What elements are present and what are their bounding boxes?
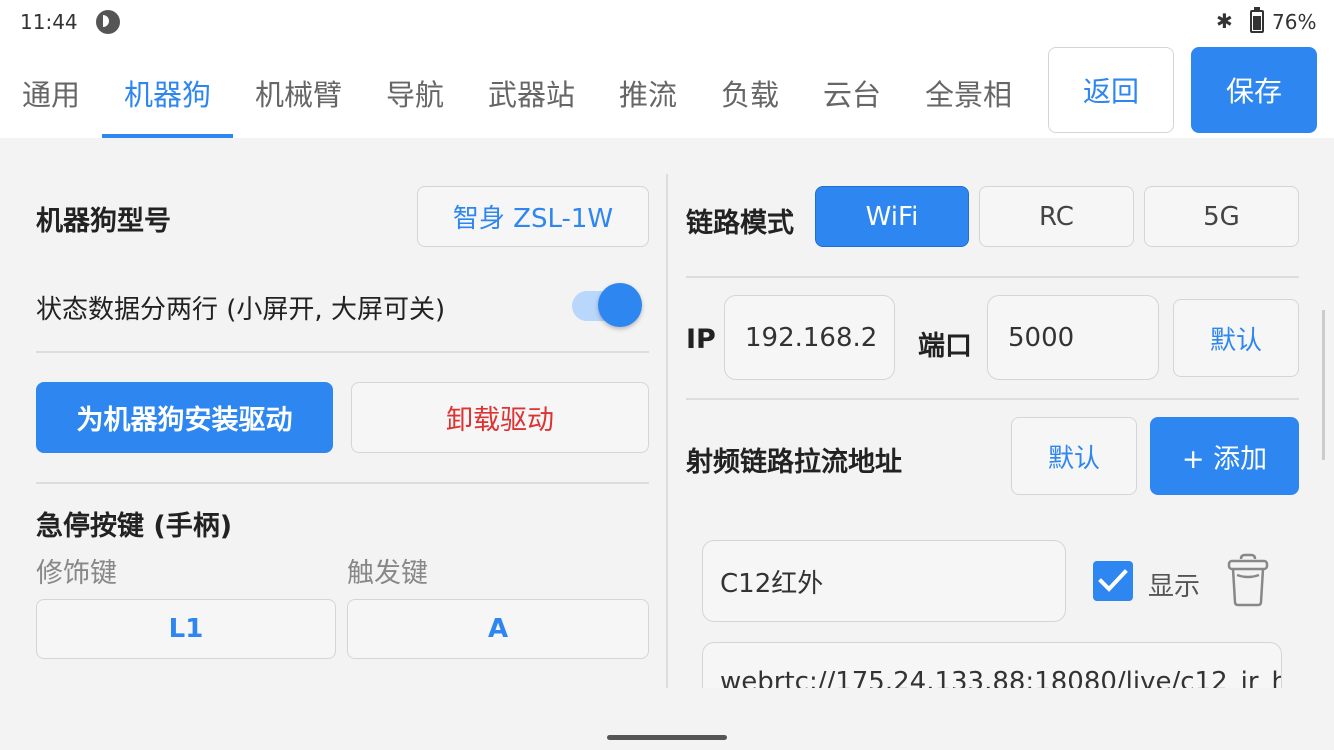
back-button[interactable]: 返回 (1048, 47, 1174, 133)
tab-navigation[interactable]: 导航 (386, 72, 444, 114)
settings-tab-bar: 通用 机器狗 机械臂 导航 武器站 推流 负载 云台 全景相 返回 保存 (0, 44, 1334, 138)
ip-input[interactable]: 192.168.2 (724, 295, 895, 380)
ip-default-button[interactable]: 默认 (1173, 299, 1299, 377)
tab-payload[interactable]: 负载 (721, 72, 779, 114)
divider (36, 351, 649, 353)
rf-stream-label: 射频链路拉流地址 (686, 447, 902, 478)
bluetooth-icon: ✱ (1216, 9, 1233, 33)
link-mode-wifi[interactable]: WiFi (815, 186, 969, 247)
link-mode-5g[interactable]: 5G (1144, 186, 1299, 247)
uninstall-driver-button[interactable]: 卸载驱动 (351, 382, 649, 453)
save-button[interactable]: 保存 (1191, 47, 1317, 133)
tab-general[interactable]: 通用 (22, 72, 80, 114)
divider (686, 398, 1299, 400)
active-tab-indicator (102, 134, 233, 138)
column-divider (666, 174, 668, 688)
modifier-key-select[interactable]: L1 (36, 599, 336, 659)
divider (686, 276, 1299, 278)
battery-charging-icon (1250, 7, 1264, 33)
port-label: 端口 (918, 331, 972, 362)
trash-icon[interactable] (1226, 552, 1270, 608)
tab-robot-arm[interactable]: 机械臂 (255, 72, 342, 114)
tab-panorama-camera[interactable]: 全景相 (925, 72, 1012, 114)
show-label: 显示 (1148, 572, 1201, 602)
port-input[interactable]: 5000 (987, 295, 1159, 380)
rf-default-button[interactable]: 默认 (1011, 417, 1137, 495)
install-driver-button[interactable]: 为机器狗安装驱动 (36, 382, 333, 453)
link-mode-rc[interactable]: RC (979, 186, 1134, 247)
battery-percent: 76% (1272, 10, 1317, 34)
modifier-key-label: 修饰键 (36, 558, 117, 589)
status-bar: 11:44 ✱ 76% (0, 0, 1334, 44)
two-line-status-label: 状态数据分两行 (小屏开, 大屏可关) (36, 295, 446, 325)
tab-robot-dog[interactable]: 机器狗 (124, 72, 211, 114)
status-time: 11:44 (20, 10, 78, 34)
show-checkbox[interactable] (1093, 561, 1133, 601)
estop-title: 急停按键 (手柄) (36, 511, 233, 542)
ip-label: IP (686, 324, 716, 355)
robot-model-select[interactable]: 智身 ZSL-1W (417, 186, 649, 247)
add-stream-button[interactable]: + 添加 (1150, 417, 1299, 495)
toggle-knob[interactable] (598, 283, 642, 327)
tab-weapon-station[interactable]: 武器站 (488, 72, 575, 114)
tab-gimbal[interactable]: 云台 (823, 72, 881, 114)
divider (36, 482, 649, 484)
scrollbar[interactable] (1322, 310, 1325, 460)
tab-streaming[interactable]: 推流 (619, 72, 677, 114)
bottom-bar (0, 688, 1334, 750)
link-mode-label: 链路模式 (686, 208, 794, 239)
trigger-key-select[interactable]: A (347, 599, 649, 659)
gesture-handle[interactable] (607, 735, 727, 740)
app-notification-icon (96, 10, 120, 34)
check-icon (1098, 569, 1128, 592)
stream-name-input[interactable]: C12红外 (702, 540, 1066, 622)
trigger-key-label: 触发键 (347, 558, 428, 589)
robot-model-label: 机器狗型号 (36, 206, 171, 237)
